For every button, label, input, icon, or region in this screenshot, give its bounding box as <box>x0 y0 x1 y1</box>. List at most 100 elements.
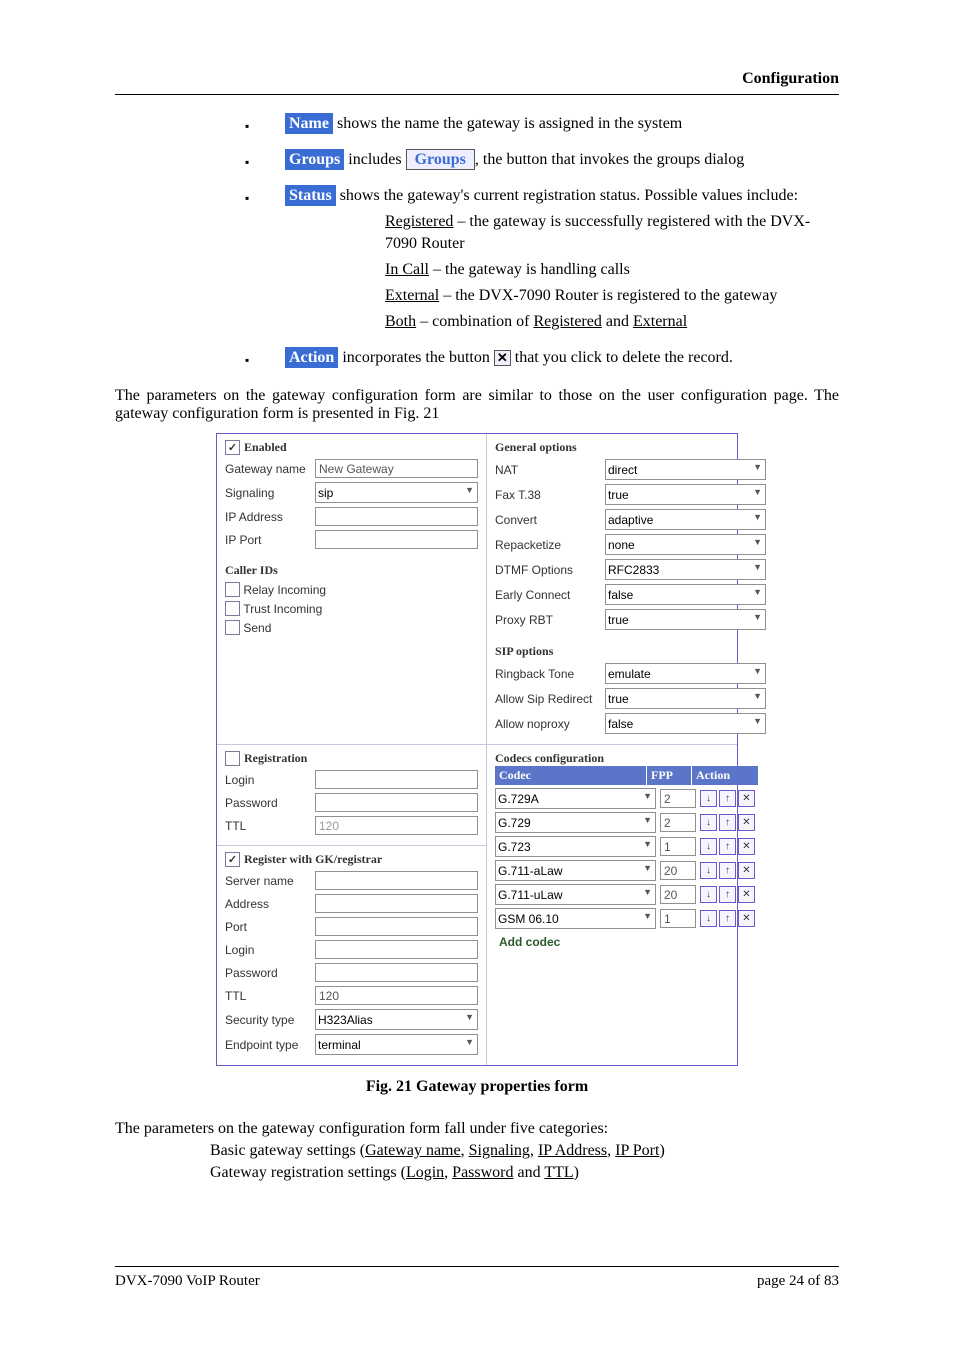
down-icon[interactable]: ↓ <box>700 862 717 879</box>
up-icon[interactable]: ↑ <box>719 862 736 879</box>
repack-select[interactable] <box>605 534 766 555</box>
bullet-groups: Groups includes Groups, the button that … <box>235 149 839 171</box>
sip-title: SIP options <box>495 644 766 659</box>
gk-address-input[interactable] <box>315 894 478 913</box>
codec-row: ↓↑✕ <box>495 884 758 905</box>
remove-icon[interactable]: ✕ <box>738 862 755 879</box>
name-tag: Name <box>285 113 333 134</box>
convert-select[interactable] <box>605 509 766 530</box>
down-icon[interactable]: ↓ <box>700 790 717 807</box>
codec-h-fpp: FPP <box>647 766 692 785</box>
remove-icon[interactable]: ✕ <box>738 838 755 855</box>
reg-pass-input[interactable] <box>315 793 478 812</box>
codec-select[interactable] <box>495 836 656 857</box>
redir-label: Allow Sip Redirect <box>495 692 605 706</box>
callerids-title: Caller IDs <box>225 563 478 578</box>
early-select[interactable] <box>605 584 766 605</box>
gk-port-label: Port <box>225 920 315 934</box>
fpp-input[interactable] <box>660 861 696 880</box>
bullet-name: Name shows the name the gateway is assig… <box>235 113 839 135</box>
gk-server-input[interactable] <box>315 871 478 890</box>
registration-checkbox[interactable] <box>225 751 240 766</box>
nat-select[interactable] <box>605 459 766 480</box>
gk-title: Register with GK/registrar <box>244 852 382 867</box>
down-icon[interactable]: ↓ <box>700 814 717 831</box>
gk-ttl-input[interactable] <box>315 986 478 1005</box>
send-checkbox[interactable] <box>225 620 240 635</box>
name-text: shows the name the gateway is assigned i… <box>333 115 682 132</box>
ring-label: Ringback Tone <box>495 667 605 681</box>
ring-select[interactable] <box>605 663 766 684</box>
fax-select[interactable] <box>605 484 766 505</box>
gk-address-label: Address <box>225 897 315 911</box>
noproxy-select[interactable] <box>605 713 766 734</box>
gk-ep-select[interactable] <box>315 1034 478 1055</box>
gk-section: ✓ Register with GK/registrar <box>225 852 478 867</box>
status-tag: Status <box>285 185 336 206</box>
dtmf-select[interactable] <box>605 559 766 580</box>
gk-sec-label: Security type <box>225 1013 315 1027</box>
signaling-select[interactable] <box>315 482 478 503</box>
status-incall: In Call – the gateway is handling calls <box>285 259 839 281</box>
remove-icon[interactable]: ✕ <box>738 910 755 927</box>
gk-sec-select[interactable] <box>315 1009 478 1030</box>
proxy-select[interactable] <box>605 609 766 630</box>
codec-select[interactable] <box>495 788 656 809</box>
remove-icon[interactable]: ✕ <box>738 814 755 831</box>
gk-login-label: Login <box>225 943 315 957</box>
ipport-input[interactable] <box>315 530 478 549</box>
add-codec-button[interactable]: Add codec <box>495 932 758 952</box>
reg-ttl-input[interactable] <box>315 816 478 835</box>
delete-icon[interactable]: ✕ <box>494 350 511 366</box>
enabled-checkbox[interactable]: ✓ <box>225 440 240 455</box>
proxy-label: Proxy RBT <box>495 613 605 627</box>
bullet-action: Action incorporates the button ✕ that yo… <box>235 347 839 369</box>
gk-login-input[interactable] <box>315 940 478 959</box>
ipaddr-input[interactable] <box>315 507 478 526</box>
fpp-input[interactable] <box>660 813 696 832</box>
reg-login-input[interactable] <box>315 770 478 789</box>
codec-select[interactable] <box>495 860 656 881</box>
category-registration: Gateway registration settings (Login, Pa… <box>115 1164 839 1182</box>
up-icon[interactable]: ↑ <box>719 790 736 807</box>
action-tag: Action <box>285 347 338 368</box>
ipport-label: IP Port <box>225 533 315 547</box>
up-icon[interactable]: ↑ <box>719 814 736 831</box>
convert-label: Convert <box>495 513 605 527</box>
codec-row: ↓↑✕ <box>495 812 758 833</box>
fpp-input[interactable] <box>660 885 696 904</box>
fpp-input[interactable] <box>660 909 696 928</box>
codecs-title: Codecs configuration <box>495 751 758 766</box>
registration-title: Registration <box>244 751 307 766</box>
fpp-input[interactable] <box>660 789 696 808</box>
codec-select[interactable] <box>495 884 656 905</box>
action-before: incorporates the button <box>338 349 494 366</box>
up-icon[interactable]: ↑ <box>719 910 736 927</box>
bullet-status: Status shows the gateway's current regis… <box>235 185 839 333</box>
trust-checkbox[interactable] <box>225 601 240 616</box>
gk-port-input[interactable] <box>315 917 478 936</box>
send-label: Send <box>243 621 271 635</box>
down-icon[interactable]: ↓ <box>700 910 717 927</box>
down-icon[interactable]: ↓ <box>700 886 717 903</box>
down-icon[interactable]: ↓ <box>700 838 717 855</box>
status-both: Both – combination of Registered and Ext… <box>285 311 839 333</box>
up-icon[interactable]: ↑ <box>719 838 736 855</box>
gwname-input[interactable] <box>315 459 478 478</box>
codec-select[interactable] <box>495 908 656 929</box>
reg-pass-label: Password <box>225 796 315 810</box>
gk-checkbox[interactable]: ✓ <box>225 852 240 867</box>
status-registered: Registered – the gateway is successfully… <box>285 211 839 255</box>
relay-checkbox[interactable] <box>225 582 240 597</box>
remove-icon[interactable]: ✕ <box>738 886 755 903</box>
remove-icon[interactable]: ✕ <box>738 790 755 807</box>
groups-button[interactable]: Groups <box>406 149 475 170</box>
fpp-input[interactable] <box>660 837 696 856</box>
gk-pass-input[interactable] <box>315 963 478 982</box>
codec-select[interactable] <box>495 812 656 833</box>
gk-server-label: Server name <box>225 874 315 888</box>
redir-select[interactable] <box>605 688 766 709</box>
up-icon[interactable]: ↑ <box>719 886 736 903</box>
general-title: General options <box>495 440 766 455</box>
action-after: that you click to delete the record. <box>511 349 733 366</box>
